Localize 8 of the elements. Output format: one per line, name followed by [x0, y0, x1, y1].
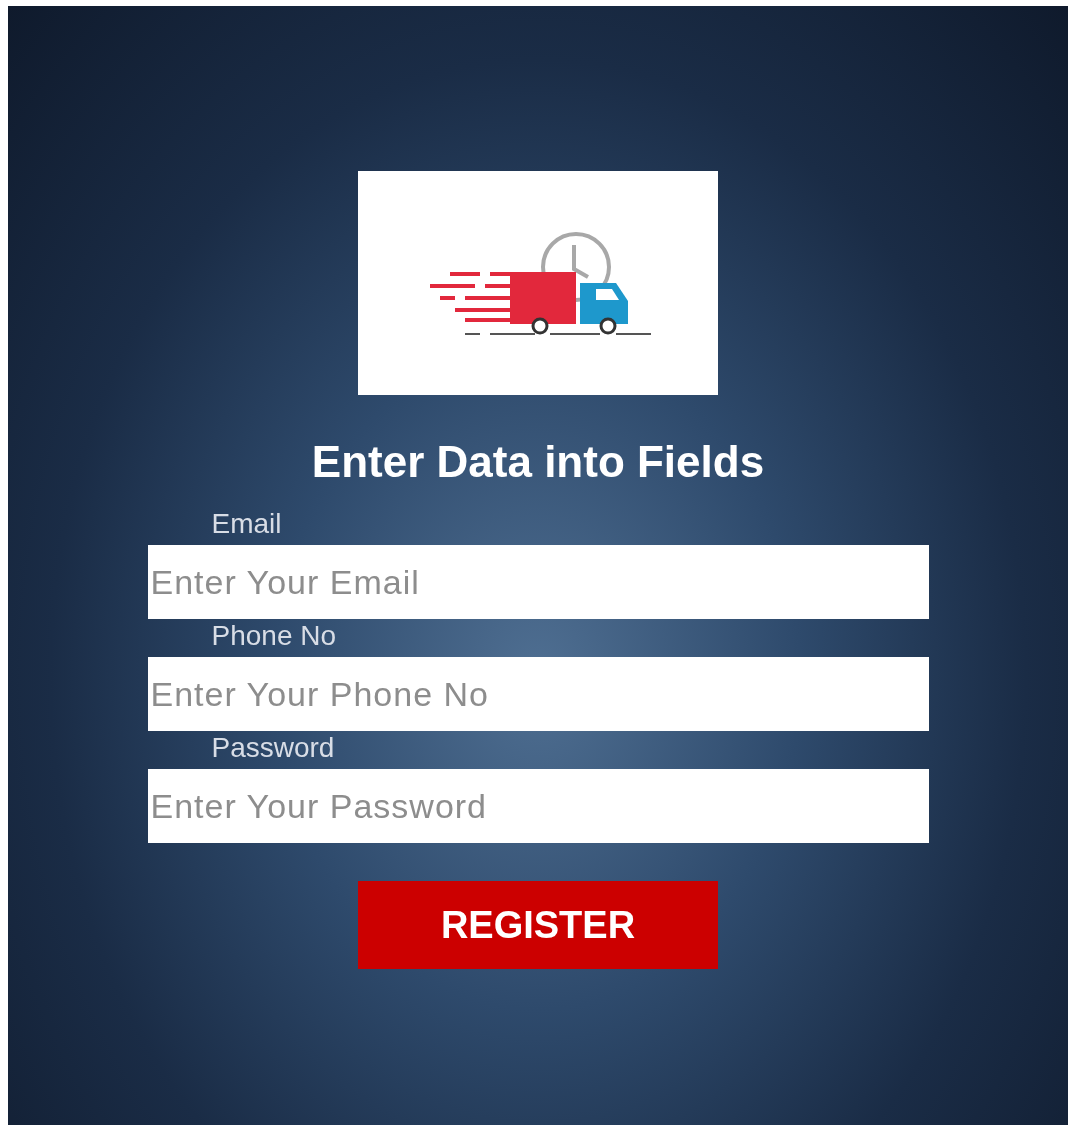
input-field[interactable]: Enter Your Phone No: [147, 657, 929, 731]
form-title: Enter Data into Fields: [311, 437, 765, 487]
field-label: Phone No: [210, 619, 338, 653]
field-label: Password: [210, 731, 336, 765]
field-label: Email: [210, 507, 283, 541]
input-field[interactable]: Enter Your Email: [147, 545, 929, 619]
register-button[interactable]: REGISTER: [358, 881, 718, 969]
input-field[interactable]: Enter Your Password: [147, 769, 929, 843]
